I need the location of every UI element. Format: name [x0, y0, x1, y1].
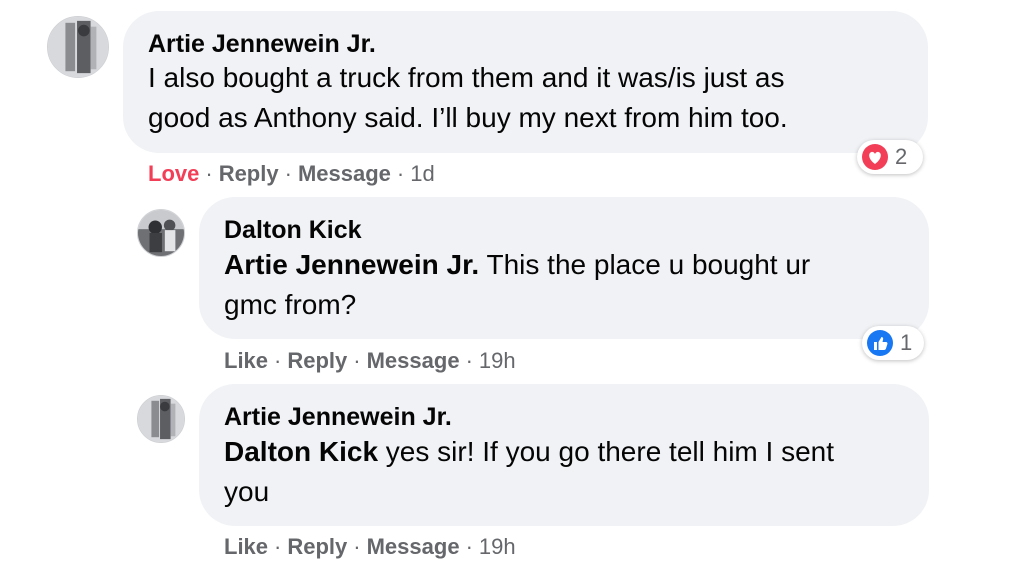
reaction-count[interactable]: 2: [857, 140, 923, 174]
message-button[interactable]: Message: [367, 534, 460, 559]
like-button[interactable]: Like: [224, 348, 268, 373]
comment-author[interactable]: Dalton Kick: [224, 216, 362, 245]
comment-actions: Like · Reply · Message · 19h: [224, 534, 516, 560]
avatar[interactable]: [137, 209, 185, 257]
reaction-number: 1: [900, 330, 913, 355]
message-button[interactable]: Message: [298, 161, 391, 186]
thumbs-up-icon: [866, 329, 894, 357]
separator: ·: [353, 534, 361, 559]
timestamp[interactable]: 19h: [479, 534, 516, 559]
comment-author[interactable]: Artie Jennewein Jr.: [224, 403, 452, 432]
comment-text-line: you: [224, 476, 270, 507]
profile-photo-icon: [138, 396, 184, 442]
love-button[interactable]: Love: [148, 161, 199, 186]
comment-author[interactable]: Artie Jennewein Jr.: [148, 30, 376, 59]
separator: ·: [353, 348, 361, 373]
mention-link[interactable]: Dalton Kick: [224, 436, 378, 467]
avatar[interactable]: [137, 395, 185, 443]
separator: ·: [274, 348, 282, 373]
comment-text-line: I also bought a truck from them and it w…: [148, 62, 785, 93]
comment-text: yes sir! If you go there tell him I sent: [378, 436, 835, 467]
separator: ·: [465, 534, 473, 559]
separator: ·: [284, 161, 292, 186]
message-button[interactable]: Message: [367, 348, 460, 373]
profile-photo-icon: [48, 17, 108, 77]
comment-text-line: Dalton Kick yes sir! If you go there tel…: [224, 432, 834, 472]
comment-text-line: good as Anthony said. I’ll buy my next f…: [148, 102, 788, 133]
timestamp[interactable]: 1d: [410, 161, 434, 186]
avatar[interactable]: [47, 16, 109, 78]
reply-button[interactable]: Reply: [287, 348, 347, 373]
like-button[interactable]: Like: [224, 534, 268, 559]
separator: ·: [205, 161, 213, 186]
timestamp[interactable]: 19h: [479, 348, 516, 373]
comment-text-line: gmc from?: [224, 289, 357, 320]
heart-icon: [861, 143, 889, 171]
comment-text-line: Artie Jennewein Jr. This the place u bou…: [224, 245, 810, 285]
mention-link[interactable]: Artie Jennewein Jr.: [224, 249, 479, 280]
separator: ·: [396, 161, 405, 186]
comment-actions: Love · Reply · Message · 1d: [148, 161, 435, 187]
reaction-number: 2: [895, 144, 908, 169]
profile-photo-icon: [138, 210, 184, 256]
reaction-count[interactable]: 1: [862, 326, 924, 360]
comment-text: This the place u bought ur: [479, 249, 811, 280]
separator: ·: [465, 348, 473, 373]
comment-actions: Like · Reply · Message · 19h: [224, 348, 516, 374]
reply-button[interactable]: Reply: [287, 534, 347, 559]
reply-button[interactable]: Reply: [219, 161, 279, 186]
separator: ·: [274, 534, 282, 559]
